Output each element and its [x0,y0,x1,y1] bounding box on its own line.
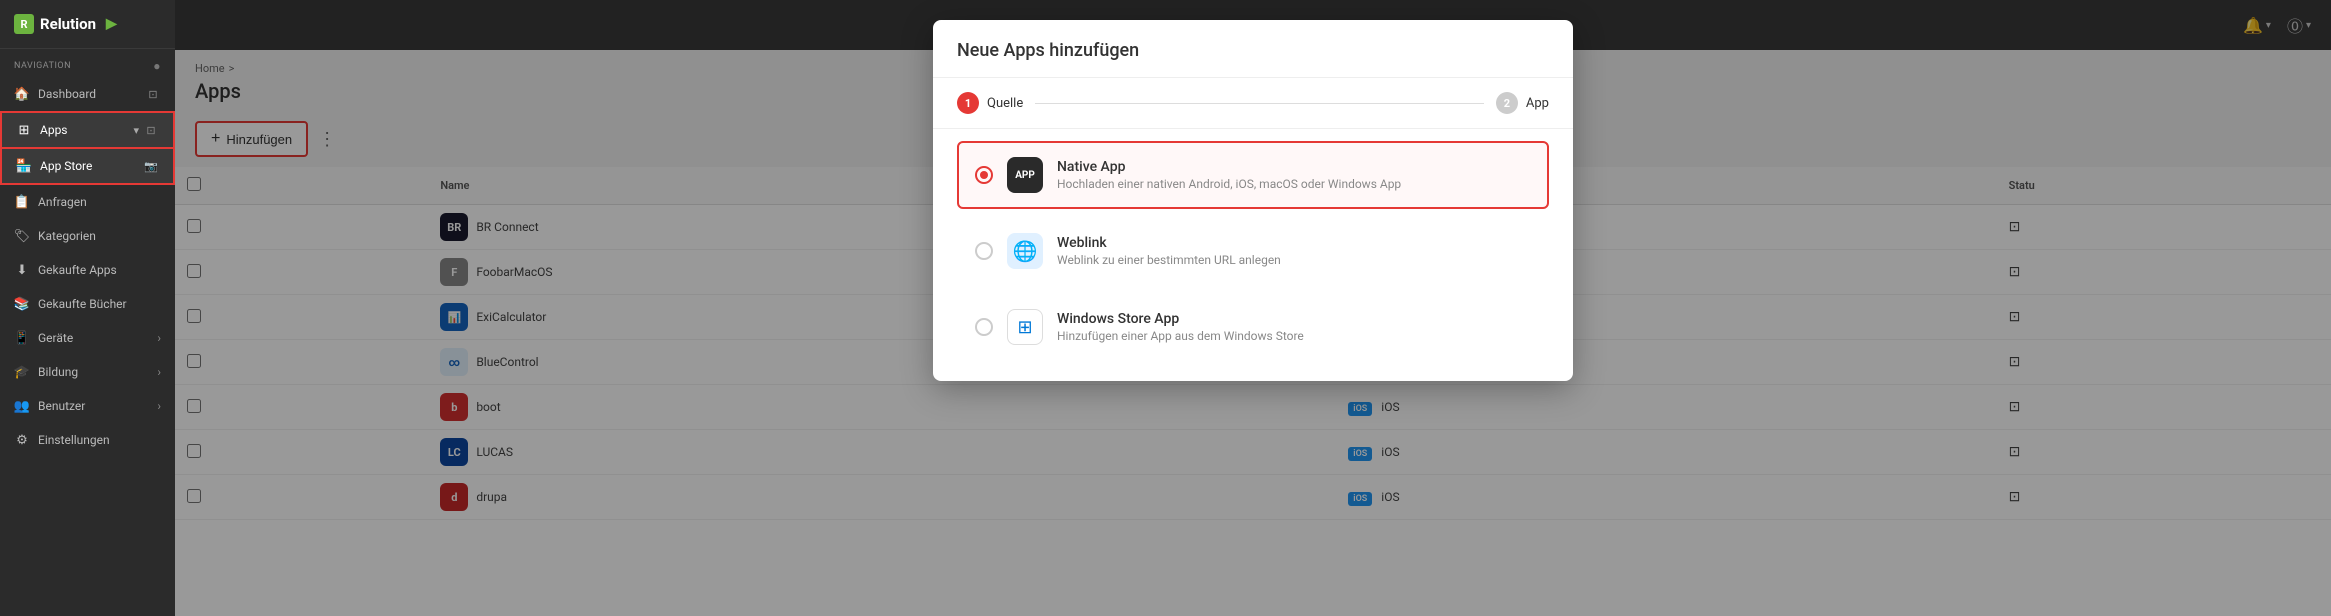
option-radio-weblink [975,242,993,260]
sidebar-item-label: Gekaufte Bücher [38,297,127,311]
dashboard-icon: 🏠 [14,86,30,102]
option-title-native-app: Native App [1057,159,1401,175]
option-weblink[interactable]: 🌐 Weblink Weblink zu einer bestimmten UR… [957,217,1549,285]
option-title-windows-store: Windows Store App [1057,311,1304,327]
sidebar-item-label: Anfragen [38,195,87,209]
option-radio-windows-store [975,318,993,336]
option-subtitle-native-app: Hochladen einer nativen Android, iOS, ma… [1057,177,1401,191]
bildung-chevron: › [157,365,161,379]
sidebar-item-dashboard[interactable]: 🏠 Dashboard ⊡ [0,77,175,111]
sidebar-item-einstellungen[interactable]: ⚙ Einstellungen [0,423,175,457]
option-subtitle-windows-store: Hinzufügen einer App aus dem Windows Sto… [1057,329,1304,343]
option-subtitle-weblink: Weblink zu einer bestimmten URL anlegen [1057,253,1281,267]
step-1: 1 Quelle [957,92,1023,114]
sidebar-item-app-store[interactable]: 🏪 App Store 📷 [0,147,175,185]
logo: R Relution ▶ [0,0,175,49]
sidebar-item-label: Bildung [38,365,78,379]
geraete-chevron: › [157,331,161,345]
logo-badge: ▶ [106,16,117,32]
anfragen-icon: 📋 [14,194,30,210]
sidebar-item-label: Apps [40,123,68,137]
gekaufte-apps-icon: ⬇ [14,262,30,278]
sidebar-item-anfragen[interactable]: 📋 Anfragen [0,185,175,219]
option-text-native-app: Native App Hochladen einer nativen Andro… [1057,159,1401,191]
benutzer-chevron: › [157,399,161,413]
option-radio-native-app [975,166,993,184]
apps-icon: ⊞ [16,122,32,138]
option-icon-native-app: APP [1007,157,1043,193]
step-2: 2 App [1496,92,1549,114]
option-text-windows-store: Windows Store App Hinzufügen einer App a… [1057,311,1304,343]
sidebar-item-label: Benutzer [38,399,85,413]
sidebar-item-label: App Store [40,159,92,173]
modal-steps: 1 Quelle 2 App [933,78,1573,129]
nav-section-label: NAVIGATION ● [0,49,175,77]
apps-right-icon: ⊡ [143,122,159,138]
app-store-icon: 🏪 [16,158,32,174]
sidebar-item-bildung[interactable]: 🎓 Bildung › [0,355,175,389]
add-app-modal: Neue Apps hinzufügen 1 Quelle 2 App [933,20,1573,381]
sidebar-item-label: Gekaufte Apps [38,263,117,277]
sidebar-item-gekaufte-apps[interactable]: ⬇ Gekaufte Apps [0,253,175,287]
option-icon-weblink: 🌐 [1007,233,1043,269]
modal-title: Neue Apps hinzufügen [957,40,1549,61]
option-native-app[interactable]: APP Native App Hochladen einer nativen A… [957,141,1549,209]
logo-icon: R [14,14,34,34]
modal-header: Neue Apps hinzufügen [933,20,1573,78]
sidebar-item-label: Geräte [38,331,73,345]
kategorien-icon: 🏷 [14,228,30,244]
bildung-icon: 🎓 [14,364,30,380]
modal-overlay: Neue Apps hinzufügen 1 Quelle 2 App [175,0,2331,616]
step-1-label: Quelle [987,96,1023,111]
step-line [1035,103,1484,104]
dashboard-right-icon: ⊡ [145,86,161,102]
einstellungen-icon: ⚙ [14,432,30,448]
geraete-icon: 📱 [14,330,30,346]
source-options: APP Native App Hochladen einer nativen A… [933,129,1573,381]
option-windows-store[interactable]: ⊞ Windows Store App Hinzufügen einer App… [957,293,1549,361]
step-2-circle: 2 [1496,92,1518,114]
app-store-right-icon: 📷 [143,158,159,174]
apps-chevron: ▾ [133,124,139,137]
sidebar-item-apps[interactable]: ⊞ Apps ▾ ⊡ [0,111,175,149]
benutzer-icon: 👥 [14,398,30,414]
sidebar-item-label: Kategorien [38,229,96,243]
sidebar-item-label: Dashboard [38,87,96,101]
sidebar-item-kategorien[interactable]: 🏷 Kategorien [0,219,175,253]
buecher-icon: 📚 [14,296,30,312]
option-title-weblink: Weblink [1057,235,1281,251]
app-name: Relution [40,15,96,33]
sidebar-item-geraete[interactable]: 📱 Geräte › [0,321,175,355]
sidebar-item-label: Einstellungen [38,433,110,447]
sidebar: R Relution ▶ NAVIGATION ● 🏠 Dashboard ⊡ … [0,0,175,616]
step-2-label: App [1526,96,1549,111]
option-icon-windows-store: ⊞ [1007,309,1043,345]
step-1-circle: 1 [957,92,979,114]
sidebar-item-gekaufte-buecher[interactable]: 📚 Gekaufte Bücher [0,287,175,321]
sidebar-item-benutzer[interactable]: 👥 Benutzer › [0,389,175,423]
main-content: 🔔 ▾ ⓪ ▾ Home > Apps + Hinzufügen ⋮ [175,0,2331,616]
option-text-weblink: Weblink Weblink zu einer bestimmten URL … [1057,235,1281,267]
